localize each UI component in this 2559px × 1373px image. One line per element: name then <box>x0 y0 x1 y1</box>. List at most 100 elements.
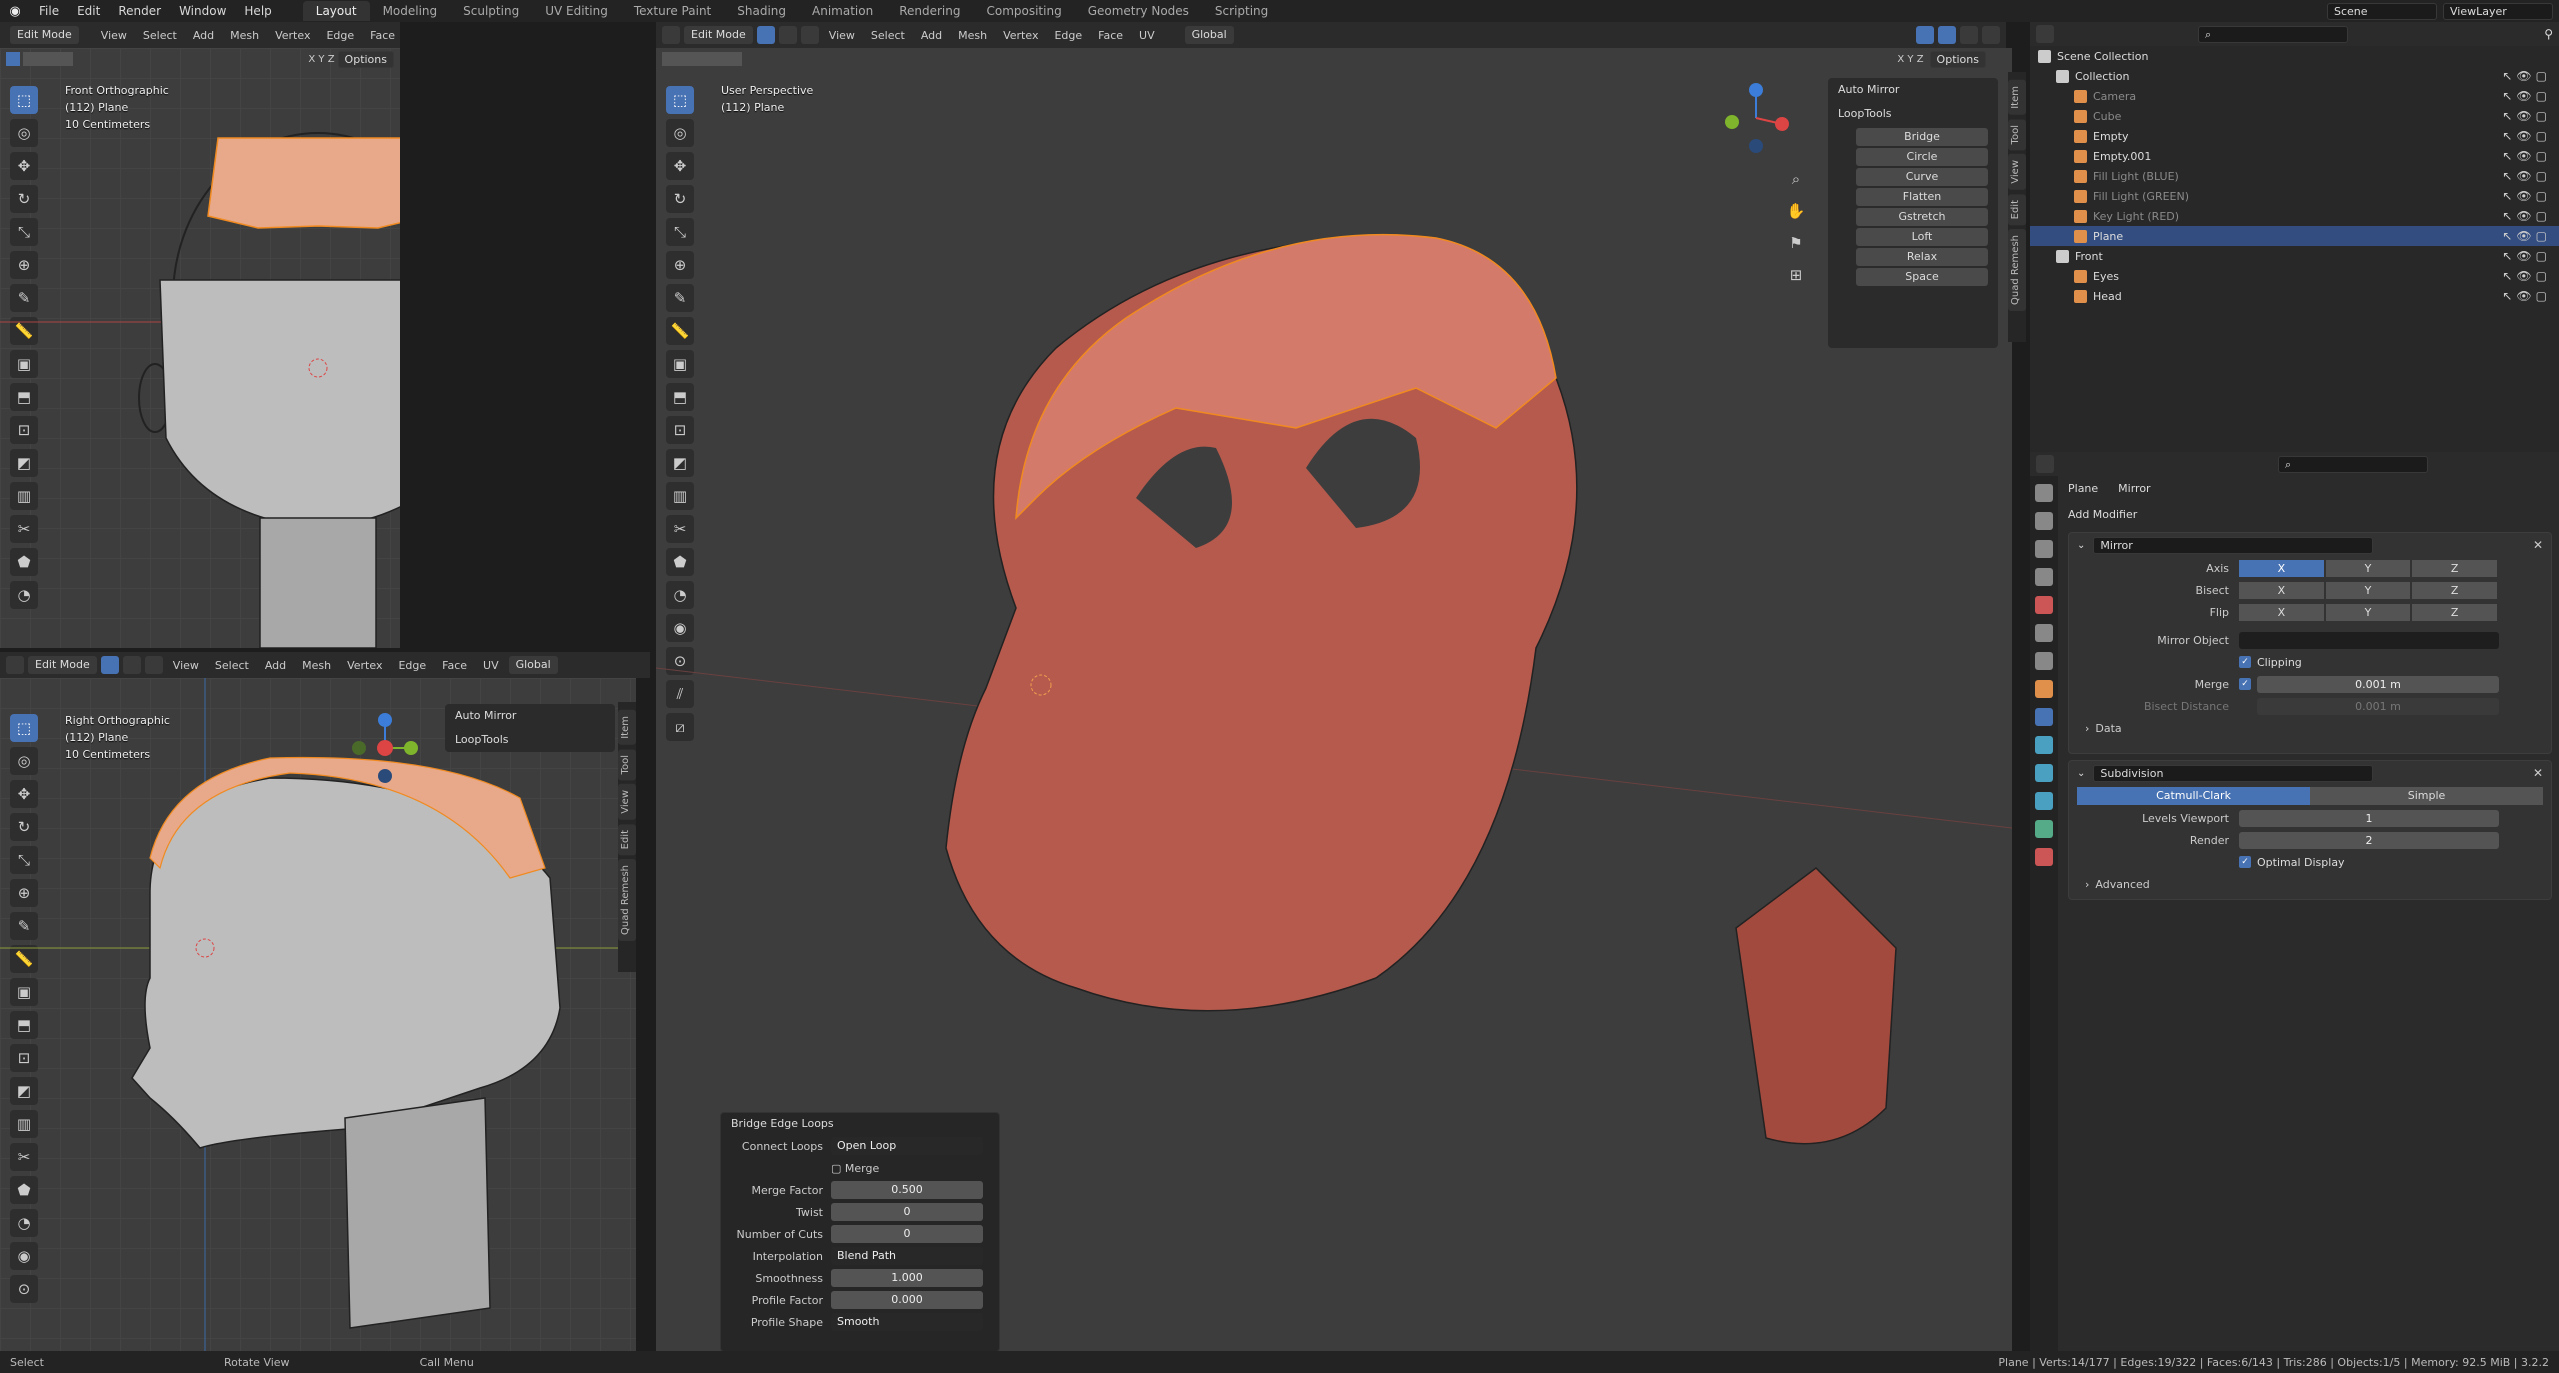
menu-uv[interactable]: UV <box>477 659 505 672</box>
subdivision-type-toggle[interactable]: Catmull-Clark Simple <box>2077 787 2543 805</box>
interpolation-dropdown[interactable]: Blend Path <box>831 1247 983 1265</box>
looptools-flatten-button[interactable]: Flatten <box>1856 188 1988 206</box>
levels-viewport-field[interactable]: 1 <box>2239 809 2499 827</box>
menu-face[interactable]: Face <box>1092 29 1129 42</box>
workspace-tab-texture-paint[interactable]: Texture Paint <box>621 1 724 21</box>
menu-view[interactable]: View <box>95 29 133 42</box>
bisect-y[interactable]: Y <box>2325 581 2411 599</box>
menu-select[interactable]: Select <box>137 29 183 42</box>
bisect-distance-field[interactable]: 0.001 m <box>2257 697 2499 715</box>
menu-add[interactable]: Add <box>259 659 292 672</box>
menu-edge[interactable]: Edge <box>392 659 432 672</box>
mode-dropdown[interactable]: Edit Mode <box>10 26 79 44</box>
properties-tab-icon[interactable] <box>2035 624 2053 642</box>
axis-y[interactable]: Y <box>2325 559 2411 577</box>
menu-view[interactable]: View <box>167 659 205 672</box>
menu-help[interactable]: Help <box>235 4 280 18</box>
looptools-relax-button[interactable]: Relax <box>1856 248 1988 266</box>
menu-mesh[interactable]: Mesh <box>224 29 265 42</box>
orientation-dropdown[interactable]: Global <box>1184 26 1234 44</box>
collapse-chevron-icon[interactable]: ⌄ <box>2077 768 2085 779</box>
subdivision-name-field[interactable]: Subdivision <box>2093 764 2374 782</box>
main-nav-gizmo[interactable] <box>1716 78 1796 158</box>
camera-view-icon[interactable]: ⚑ <box>1783 230 1809 256</box>
tab-edit[interactable]: Edit <box>2008 193 2026 226</box>
properties-tab-icon[interactable] <box>2035 568 2053 586</box>
visibility-icons[interactable]: ↖👁▢ <box>2502 229 2551 243</box>
merge-checkbox[interactable]: ▢ Merge <box>831 1162 879 1175</box>
outliner-row-head[interactable]: Head ↖👁▢ <box>2030 286 2559 306</box>
face-select-icon[interactable] <box>144 656 163 674</box>
vertex-select-icon[interactable] <box>100 656 119 674</box>
scene-selector[interactable]: Scene <box>2327 2 2437 20</box>
right-nav-gizmo[interactable] <box>345 708 425 788</box>
cuts-field[interactable]: 0 <box>831 1225 983 1243</box>
tab-tool[interactable]: Tool <box>618 748 636 781</box>
outliner-row-empty[interactable]: Empty ↖👁▢ <box>2030 126 2559 146</box>
menu-window[interactable]: Window <box>170 4 235 18</box>
visibility-icons[interactable]: ↖👁▢ <box>2502 149 2551 163</box>
visibility-icons[interactable]: ↖👁▢ <box>2502 169 2551 183</box>
tab-quad-remesh[interactable]: Quad Remesh <box>618 859 636 942</box>
looptools-bridge-button[interactable]: Bridge <box>1856 128 1988 146</box>
properties-tab-icon[interactable] <box>2035 540 2053 558</box>
visibility-icons[interactable]: ↖👁▢ <box>2502 289 2551 303</box>
tab-item[interactable]: Item <box>618 710 636 745</box>
menu-view[interactable]: View <box>823 29 861 42</box>
menu-edit[interactable]: Edit <box>68 4 109 18</box>
profile-factor-field[interactable]: 0.000 <box>831 1291 983 1309</box>
mode-dropdown[interactable]: Edit Mode <box>684 26 753 44</box>
tab-view[interactable]: View <box>2008 154 2026 190</box>
menu-face[interactable]: Face <box>364 29 400 42</box>
workspace-tab-modeling[interactable]: Modeling <box>370 1 451 21</box>
close-icon[interactable]: ✕ <box>2533 538 2543 552</box>
clipping-checkbox[interactable]: ✓ <box>2239 656 2251 668</box>
looptools-gstretch-button[interactable]: Gstretch <box>1856 208 1988 226</box>
menu-face[interactable]: Face <box>436 659 473 672</box>
workspace-tab-uv-editing[interactable]: UV Editing <box>532 1 621 21</box>
editor-type-icon[interactable] <box>6 656 24 674</box>
outliner-row-collection[interactable]: Collection ↖👁▢ <box>2030 66 2559 86</box>
outliner-row-empty-001[interactable]: Empty.001 ↖👁▢ <box>2030 146 2559 166</box>
close-icon[interactable]: ✕ <box>2533 766 2543 780</box>
properties-tab-icon[interactable] <box>2035 820 2053 838</box>
properties-tab-icon[interactable] <box>2035 792 2053 810</box>
edge-select-icon[interactable] <box>122 656 141 674</box>
auto-mirror-panel[interactable]: Auto Mirror <box>445 704 615 728</box>
simple-button[interactable]: Simple <box>2310 787 2543 805</box>
right-viewport[interactable]: Right Orthographic (112) Plane 10 Centim… <box>0 678 636 1351</box>
outliner-row-fill-light-blue[interactable]: Fill Light (BLUE) ↖👁▢ <box>2030 166 2559 186</box>
bisect-x[interactable]: X <box>2239 581 2324 599</box>
mode-dropdown[interactable]: Edit Mode <box>28 656 97 674</box>
view-layer-selector[interactable]: ViewLayer <box>2443 2 2553 20</box>
menu-file[interactable]: File <box>30 4 68 18</box>
vertex-select-icon[interactable] <box>756 26 775 44</box>
front-viewport[interactable]: X Y Z Options Front Orthographic (112) P… <box>0 48 400 648</box>
workspace-tab-layout[interactable]: Layout <box>302 1 370 21</box>
menu-edge[interactable]: Edge <box>320 29 360 42</box>
perspective-grid-icon[interactable]: ⊞ <box>1783 262 1809 288</box>
properties-search[interactable]: ⌕ <box>2278 455 2428 473</box>
menu-mesh[interactable]: Mesh <box>952 29 993 42</box>
looptools-panel[interactable]: LoopTools <box>445 728 615 752</box>
properties-tab-icon[interactable] <box>2035 736 2053 754</box>
menu-vertex[interactable]: Vertex <box>997 29 1044 42</box>
looptools-loft-button[interactable]: Loft <box>1856 228 1988 246</box>
xray-icon[interactable] <box>1938 26 1956 44</box>
smoothness-field[interactable]: 1.000 <box>831 1269 983 1287</box>
main-viewport[interactable]: X Y Z Options User Perspective (112) Pla… <box>656 48 2012 1351</box>
menu-edge[interactable]: Edge <box>1048 29 1088 42</box>
workspace-tab-animation[interactable]: Animation <box>799 1 886 21</box>
workspace-tab-scripting[interactable]: Scripting <box>1202 1 1281 21</box>
advanced-subpanel[interactable]: › Advanced <box>2069 873 2551 895</box>
visibility-icons[interactable]: ↖👁▢ <box>2502 269 2551 283</box>
outliner-search[interactable]: ⌕ <box>2198 25 2348 43</box>
properties-tab-icon[interactable] <box>2035 484 2053 502</box>
looptools-panel[interactable]: LoopTools <box>1828 102 1998 126</box>
outliner-row-eyes[interactable]: Eyes ↖👁▢ <box>2030 266 2559 286</box>
profile-shape-dropdown[interactable]: Smooth <box>831 1313 983 1331</box>
workspace-tab-shading[interactable]: Shading <box>724 1 799 21</box>
mirror-object-field[interactable] <box>2239 631 2499 649</box>
menu-add[interactable]: Add <box>187 29 220 42</box>
axis-x[interactable]: X <box>2239 559 2324 577</box>
